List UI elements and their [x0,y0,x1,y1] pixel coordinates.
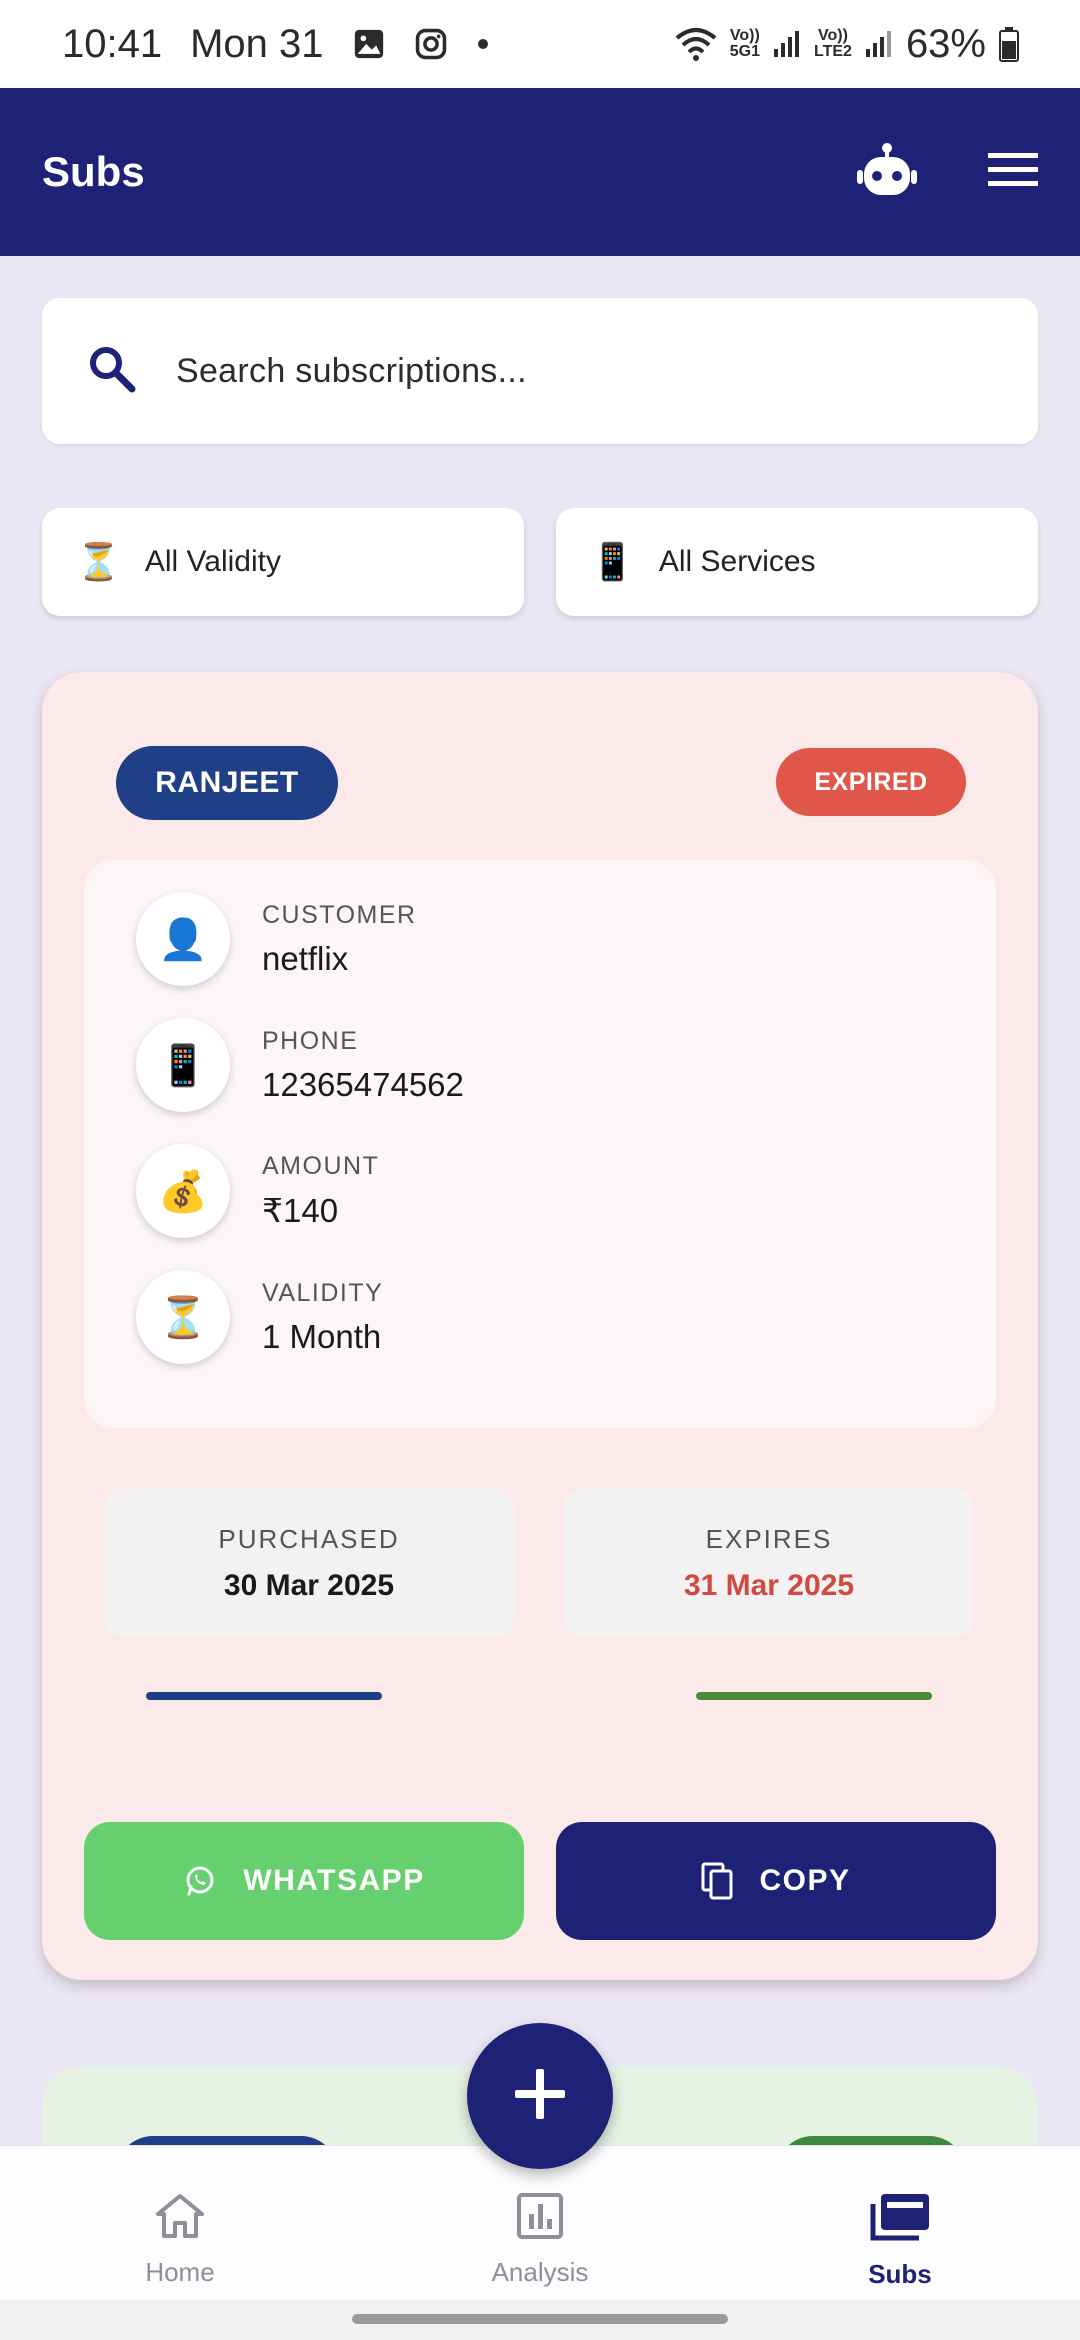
details-box: 👤 CUSTOMER netflix 📱 PHONE 12365474562 💰… [84,860,996,1428]
instagram-icon [414,27,448,61]
gallery-icon [352,27,386,61]
subscription-card[interactable]: RANJEET EXPIRED 👤 CUSTOMER netflix 📱 PHO… [42,672,1038,1980]
phone-icon: 📱 [136,1018,230,1112]
wifi-icon [674,26,718,62]
phone-label: PHONE [262,1026,359,1055]
add-subscription-button[interactable] [467,2023,613,2169]
phone-icon: 📱 [590,541,635,582]
copy-button-label: COPY [759,1864,851,1897]
search-icon [86,343,138,400]
status-time: 10:41 [62,21,163,66]
plus-icon [513,2067,567,2126]
services-filter-label: All Services [658,545,816,578]
battery-percent: 63% [905,21,986,66]
nav-analysis[interactable]: Analysis [440,2192,640,2288]
nav-subs[interactable]: Subs [800,2192,1000,2290]
robot-icon[interactable] [856,142,918,203]
home-icon [154,2192,206,2247]
whatsapp-button-label: WHATSAPP [243,1864,425,1897]
status-badge: EXPIRED [776,748,966,816]
copy-icon [701,1862,733,1900]
whatsapp-button[interactable]: WHATSAPP [84,1822,524,1940]
hourglass-icon: ⏳ [136,1270,230,1364]
purchased-date: 30 Mar 2025 [223,1568,395,1602]
network-2-label: Vo)) LTE2 [814,27,852,60]
customer-value: netflix [262,939,349,977]
whatsapp-icon [183,1864,217,1898]
expires-label: EXPIRES [705,1523,833,1554]
nav-subs-label: Subs [868,2259,932,2289]
validity-filter-label: All Validity [144,545,281,578]
bar-chart-icon [516,2192,564,2247]
app-bar: Subs [0,88,1080,256]
amount-row: 💰 AMOUNT ₹140 [136,1144,379,1238]
purchased-date-box: PURCHASED 30 Mar 2025 [104,1488,514,1638]
hourglass-icon: ⏳ [76,541,121,582]
page-title: Subs [42,148,145,195]
notification-dot-icon [476,37,490,51]
nav-home[interactable]: Home [80,2192,280,2288]
gesture-handle[interactable] [352,2314,728,2324]
services-filter-dropdown[interactable]: 📱 All Services [556,508,1038,616]
validity-row: ⏳ VALIDITY 1 Month [136,1270,383,1364]
name-badge: RANJEET [116,746,338,820]
amount-value: ₹140 [262,1192,339,1229]
phone-value: 12365474562 [262,1065,464,1103]
signal-1-icon [772,29,802,59]
purchased-indicator-bar [146,1692,382,1700]
purchased-label: PURCHASED [218,1523,400,1554]
status-date: Mon 31 [190,21,324,66]
network-1-label: Vo)) 5G1 [729,27,760,60]
validity-value: 1 Month [262,1317,382,1355]
person-icon: 👤 [136,892,230,986]
signal-2-icon [864,29,894,59]
copy-button[interactable]: COPY [556,1822,996,1940]
search-placeholder: Search subscriptions... [176,351,527,390]
customer-label: CUSTOMER [262,900,417,929]
expires-indicator-bar [696,1692,932,1700]
expires-date: 31 Mar 2025 [683,1568,855,1602]
nav-analysis-label: Analysis [491,2257,589,2287]
menu-icon[interactable] [988,151,1038,194]
customer-row: 👤 CUSTOMER netflix [136,892,417,986]
validity-label: VALIDITY [262,1278,384,1307]
amount-label: AMOUNT [262,1152,380,1180]
search-input[interactable]: Search subscriptions... [42,298,1038,444]
phone-row: 📱 PHONE 12365474562 [136,1018,464,1112]
battery-icon [998,26,1020,62]
subscriptions-icon [869,2192,931,2249]
money-bag-icon: 💰 [136,1144,230,1238]
status-bar: 10:41 Mon 31 Vo)) 5G1 Vo)) LTE2 63% [0,0,1080,88]
nav-home-label: Home [145,2257,215,2287]
expires-date-box: EXPIRES 31 Mar 2025 [564,1488,974,1638]
validity-filter-dropdown[interactable]: ⏳ All Validity [42,508,524,616]
